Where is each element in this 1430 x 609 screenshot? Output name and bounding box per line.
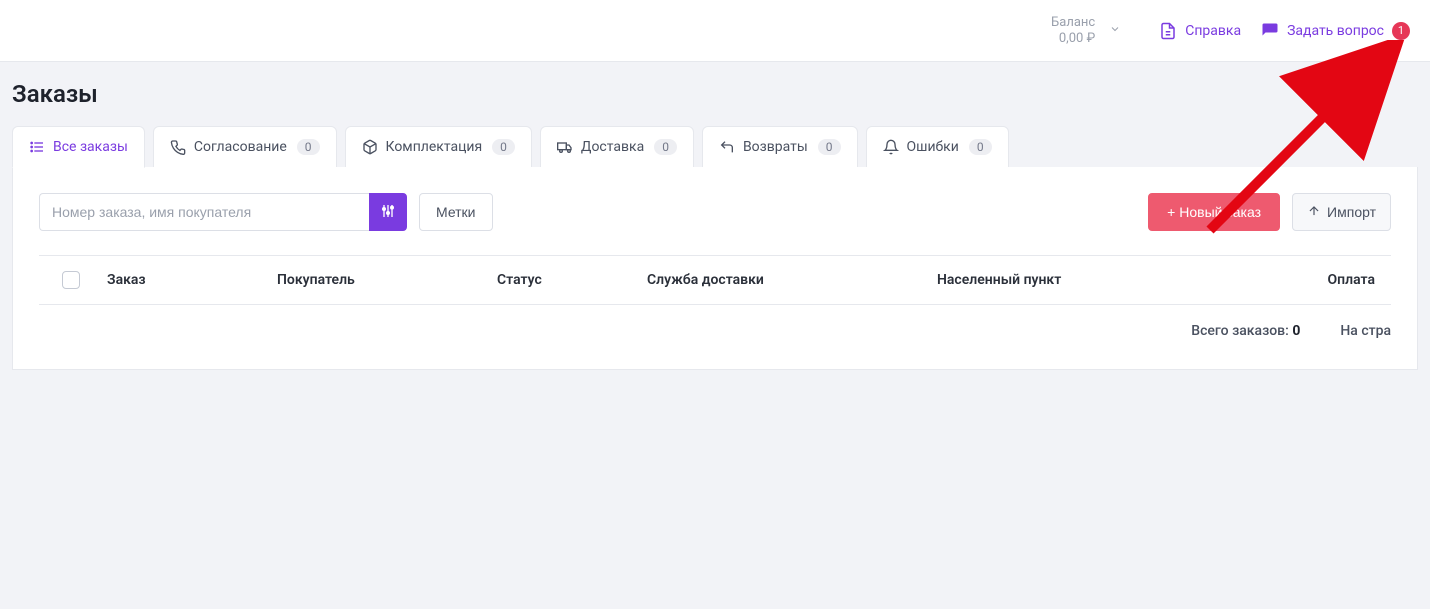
page-title: Заказы: [12, 80, 1418, 108]
tab-label: Ошибки: [907, 139, 959, 155]
help-label: Справка: [1185, 23, 1241, 39]
col-order: Заказ: [97, 272, 267, 288]
search-input[interactable]: [39, 193, 369, 231]
new-order-text: Новый заказ: [1179, 204, 1261, 220]
orders-panel: Метки + Новый заказ Импорт: [12, 167, 1418, 370]
return-icon: [719, 139, 735, 155]
filter-settings-button[interactable]: [369, 193, 407, 231]
action-buttons-right: + Новый заказ Импорт: [1148, 193, 1391, 231]
balance-value: 0,00 ₽: [1059, 31, 1095, 47]
box-icon: [362, 139, 378, 155]
per-page-label: На стра: [1340, 323, 1391, 339]
tabs-bar: Все заказы Согласование 0 Комплектация 0: [12, 126, 1418, 168]
tab-label: Все заказы: [53, 139, 128, 155]
notification-badge: 1: [1392, 22, 1410, 40]
col-status: Статус: [487, 272, 637, 288]
chevron-down-icon[interactable]: [1109, 23, 1121, 39]
tab-count: 0: [492, 139, 515, 155]
page: Заказы Все заказы Согласование 0: [0, 62, 1430, 370]
new-order-button[interactable]: + Новый заказ: [1148, 193, 1280, 231]
tab-count: 0: [818, 139, 841, 155]
select-all-checkbox[interactable]: [62, 271, 80, 289]
select-all-cell: [45, 271, 97, 289]
tab-count: 0: [969, 139, 992, 155]
tab-packing[interactable]: Комплектация 0: [345, 126, 532, 168]
labels-button-text: Метки: [436, 204, 476, 220]
balance-label: Баланс: [1051, 15, 1095, 31]
list-icon: [29, 139, 45, 155]
bell-icon: [883, 139, 899, 155]
tab-all-orders[interactable]: Все заказы: [12, 126, 145, 168]
tab-label: Доставка: [581, 139, 644, 155]
filter-row: Метки + Новый заказ Импорт: [39, 193, 1391, 231]
upload-icon: [1307, 204, 1321, 221]
help-link[interactable]: Справка: [1159, 22, 1241, 40]
col-payment: Оплата: [1207, 272, 1385, 288]
truck-icon: [557, 139, 573, 155]
tab-label: Согласование: [194, 139, 287, 155]
tab-count: 0: [297, 139, 320, 155]
orders-table: Заказ Покупатель Статус Служба доставки …: [39, 255, 1391, 305]
sliders-icon: [380, 203, 396, 222]
ask-question-link[interactable]: Задать вопрос 1: [1261, 22, 1410, 40]
chat-icon: [1261, 22, 1279, 40]
col-delivery: Служба доставки: [637, 272, 927, 288]
table-header: Заказ Покупатель Статус Служба доставки …: [39, 256, 1391, 304]
table-footer: Всего заказов: 0 На стра: [39, 305, 1391, 339]
col-buyer: Покупатель: [267, 272, 487, 288]
balance-dropdown[interactable]: Баланс 0,00 ₽: [1051, 15, 1095, 46]
ask-label: Задать вопрос: [1287, 23, 1384, 39]
total-value: 0: [1292, 323, 1300, 339]
tab-returns[interactable]: Возвраты 0: [702, 126, 858, 168]
topbar: Баланс 0,00 ₽ Справка Задать вопрос 1: [0, 0, 1430, 62]
tab-label: Комплектация: [386, 139, 483, 155]
tab-errors[interactable]: Ошибки 0: [866, 126, 1009, 168]
tab-delivery[interactable]: Доставка 0: [540, 126, 694, 168]
phone-icon: [170, 139, 186, 155]
import-button[interactable]: Импорт: [1292, 193, 1391, 231]
total-orders: Всего заказов: 0: [1191, 323, 1300, 339]
document-icon: [1159, 22, 1177, 40]
tab-label: Возвраты: [743, 139, 808, 155]
search-group: [39, 193, 407, 231]
labels-button[interactable]: Метки: [419, 193, 493, 231]
plus-icon: +: [1167, 204, 1175, 220]
total-label: Всего заказов:: [1191, 323, 1289, 339]
col-city: Населенный пункт: [927, 272, 1207, 288]
tab-approval[interactable]: Согласование 0: [153, 126, 337, 168]
tab-count: 0: [654, 139, 677, 155]
import-text: Импорт: [1327, 204, 1376, 220]
